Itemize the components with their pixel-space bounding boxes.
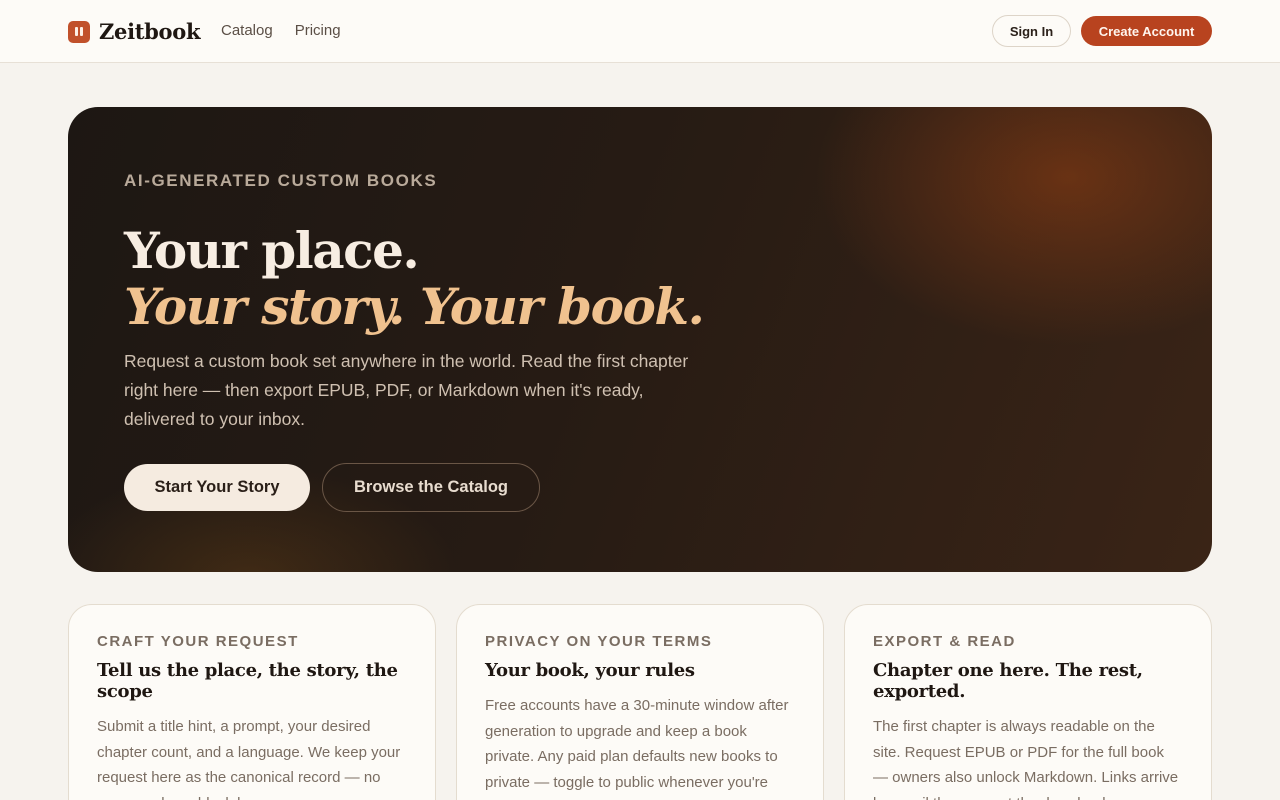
feature-card-export: EXPORT & READ Chapter one here. The rest… — [844, 604, 1212, 800]
hero-eyebrow: AI-GENERATED CUSTOM BOOKS — [124, 171, 438, 190]
feature-eyebrow: EXPORT & READ — [873, 633, 1016, 650]
sign-in-button[interactable]: Sign In — [992, 15, 1071, 47]
nav-link-catalog[interactable]: Catalog — [221, 22, 273, 39]
feature-title: Tell us the place, the story, the scope — [97, 660, 398, 702]
book-logo-icon — [68, 20, 90, 43]
feature-title: Chapter one here. The rest, exported. — [873, 660, 1143, 702]
hero-title-line-1: Your place. — [124, 221, 420, 280]
feature-eyebrow: CRAFT YOUR REQUEST — [97, 633, 299, 650]
brand-name: Zeitbook — [99, 19, 201, 44]
hero-title: Your place. Your story. Your book. — [124, 221, 705, 336]
browse-catalog-button[interactable]: Browse the Catalog — [322, 463, 540, 512]
hero-subtitle: Request a custom book set anywhere in th… — [124, 351, 689, 429]
nav-link-pricing[interactable]: Pricing — [295, 22, 341, 39]
feature-body: Submit a title hint, a prompt, your desi… — [97, 718, 401, 800]
site-header: Zeitbook Catalog Pricing Sign In Create … — [0, 0, 1280, 63]
create-account-button[interactable]: Create Account — [1081, 16, 1212, 46]
feature-body: Free accounts have a 30-minute window af… — [485, 697, 789, 791]
feature-body: The first chapter is always readable on … — [873, 718, 1179, 800]
feature-card-privacy: PRIVACY ON YOUR TERMS Your book, your ru… — [456, 604, 824, 800]
feature-title: Your book, your rules — [485, 660, 695, 681]
start-your-story-button[interactable]: Start Your Story — [124, 464, 310, 511]
feature-card-request: CRAFT YOUR REQUEST Tell us the place, th… — [68, 604, 436, 800]
hero-title-line-2: Your story. Your book. — [124, 277, 705, 336]
brand-logo-link[interactable]: Zeitbook — [68, 19, 201, 44]
hero-section: AI-GENERATED CUSTOM BOOKS Your place. Yo… — [68, 107, 1212, 572]
feature-eyebrow: PRIVACY ON YOUR TERMS — [485, 633, 713, 650]
primary-nav: Catalog Pricing — [221, 22, 341, 39]
